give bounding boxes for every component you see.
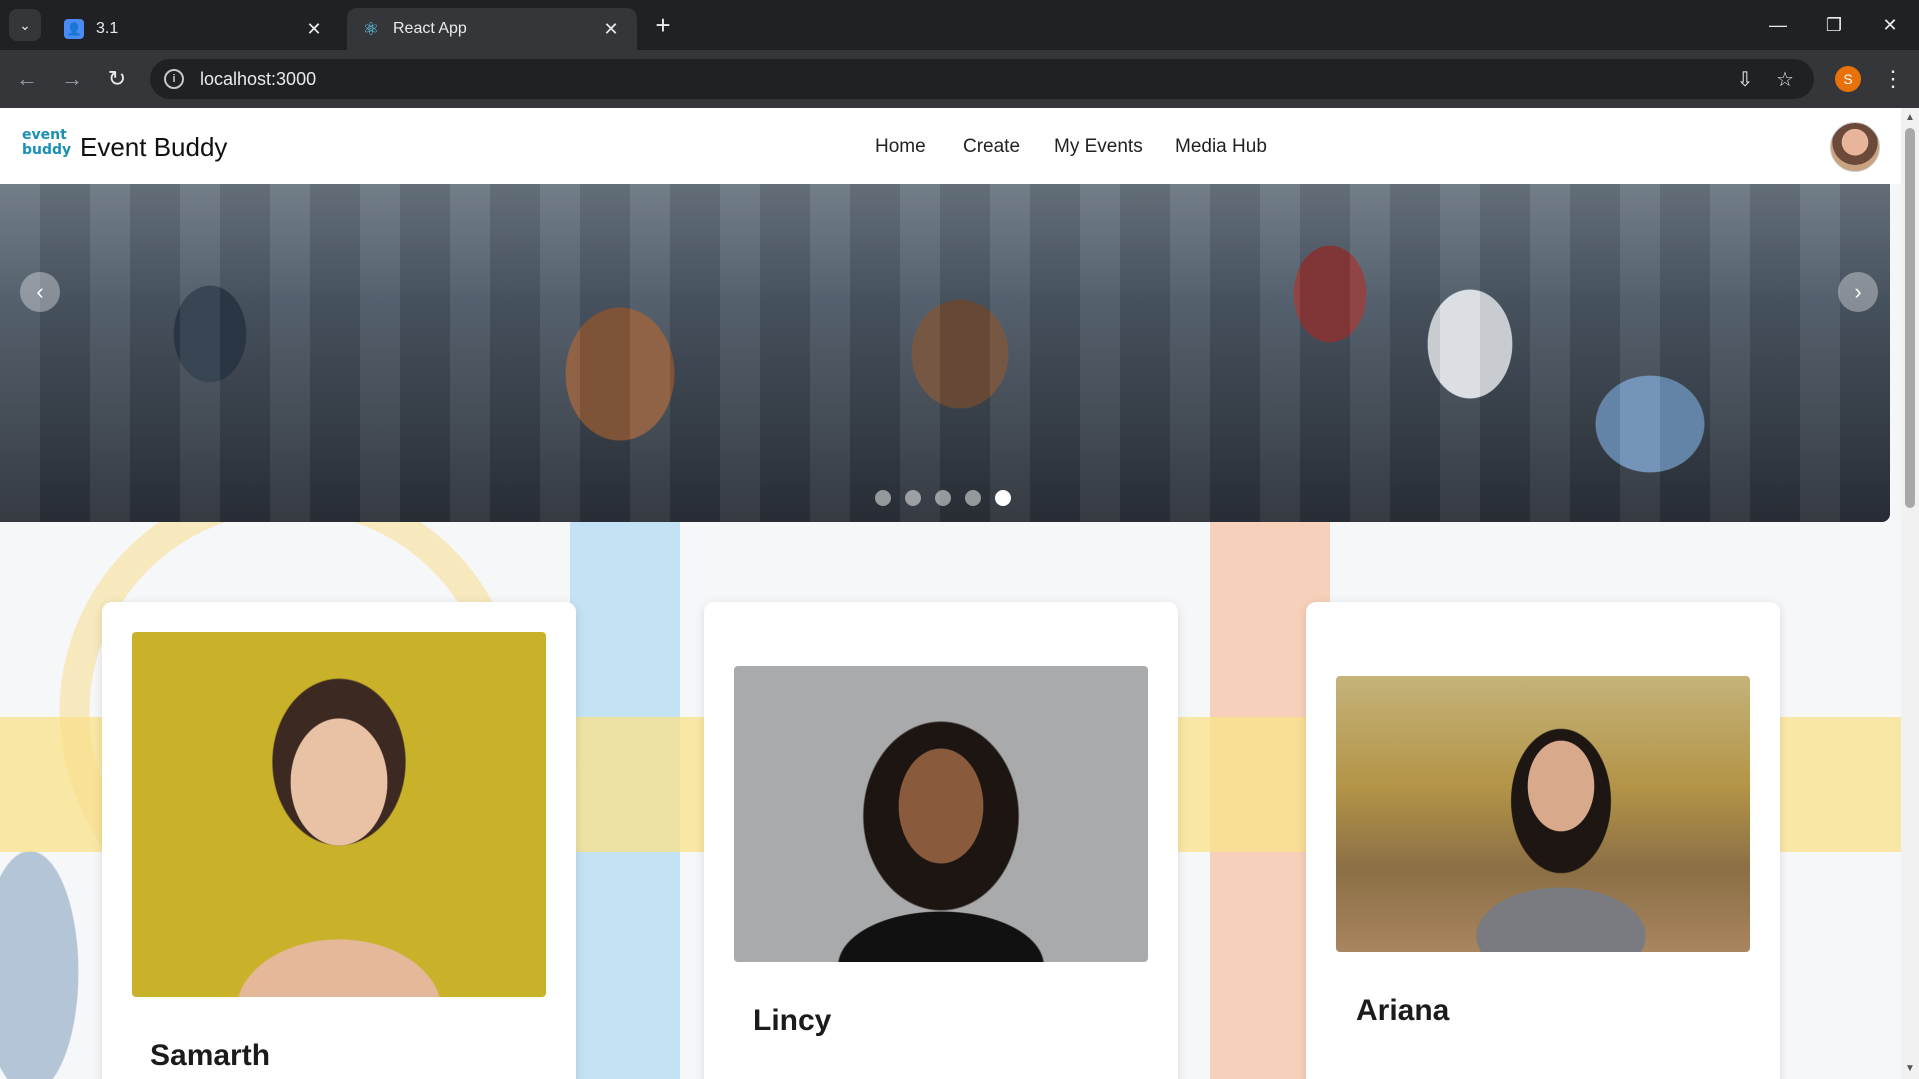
restore-button[interactable]: ❐ [1806, 0, 1862, 50]
hero-carousel: ‹ › [0, 184, 1890, 522]
bookmark-star-icon[interactable]: ☆ [1770, 64, 1800, 94]
carousel-dot[interactable] [935, 490, 951, 506]
reload-icon[interactable]: ↻ [102, 64, 132, 94]
carousel-dot[interactable] [965, 490, 981, 506]
scroll-down-icon[interactable]: ▼ [1905, 1063, 1915, 1074]
profile-card-ariana[interactable]: Ariana [1306, 602, 1780, 1079]
profile-name: Ariana [1356, 994, 1450, 1027]
brand-title[interactable]: Event Buddy [80, 132, 227, 163]
nav-media-hub[interactable]: Media Hub [1175, 136, 1267, 158]
url-text: localhost:3000 [200, 68, 317, 89]
scrollbar-thumb[interactable] [1905, 128, 1915, 508]
page-scrollbar[interactable]: ▲ ▼ [1901, 108, 1919, 1079]
browser-tab-2[interactable]: ⚛ React App ✕ [347, 8, 637, 50]
site-info-icon[interactable]: i [164, 69, 184, 89]
close-tab-icon[interactable]: ✕ [302, 17, 326, 41]
carousel-next-icon[interactable]: › [1838, 272, 1878, 312]
profile-card-samarth[interactable]: Samarth [102, 602, 576, 1079]
browser-menu-icon[interactable]: ⋮ [1880, 64, 1906, 94]
site-navbar: event buddy Event Buddy Home Create My E… [0, 108, 1901, 184]
carousel-indicators [875, 490, 1011, 506]
nav-create[interactable]: Create [963, 136, 1020, 158]
profile-photo [132, 632, 546, 997]
logo-text-bottom: buddy [22, 142, 72, 158]
carousel-dot-active[interactable] [995, 490, 1011, 506]
profile-photo [734, 666, 1148, 962]
profile-name: Lincy [753, 1004, 832, 1037]
carousel-prev-icon[interactable]: ‹ [20, 272, 60, 312]
carousel-dot[interactable] [875, 490, 891, 506]
logo-text-top: event [22, 127, 67, 143]
profile-photo [1336, 676, 1750, 952]
minimize-button[interactable]: — [1750, 0, 1806, 50]
browser-tab-1[interactable]: 👤 3.1 ✕ [50, 8, 340, 50]
carousel-dot[interactable] [905, 490, 921, 506]
tab-title: React App [393, 20, 467, 37]
user-avatar[interactable] [1830, 122, 1880, 172]
profile-card-lincy[interactable]: Lincy [704, 602, 1178, 1079]
nav-home[interactable]: Home [875, 136, 926, 158]
install-app-icon[interactable]: ⇩ [1730, 64, 1760, 94]
profile-avatar[interactable]: S [1835, 66, 1861, 92]
scroll-up-icon[interactable]: ▲ [1905, 112, 1915, 123]
event-buddy-logo[interactable]: event buddy [22, 127, 72, 164]
tab-title: 3.1 [96, 20, 119, 37]
tab-search-button[interactable]: ⌄ [9, 9, 41, 41]
page-viewport: event buddy Event Buddy Home Create My E… [0, 108, 1901, 1079]
close-window-button[interactable]: ✕ [1862, 0, 1918, 50]
carousel-image [0, 184, 1890, 522]
nav-my-events[interactable]: My Events [1054, 136, 1143, 158]
profile-name: Samarth [150, 1039, 271, 1072]
close-tab-icon[interactable]: ✕ [599, 17, 623, 41]
react-favicon-icon: ⚛ [362, 18, 380, 39]
contacts-favicon-icon: 👤 [64, 19, 84, 39]
new-tab-button[interactable]: + [648, 10, 678, 40]
browser-tab-bar: ⌄ 👤 3.1 ✕ ⚛ React App ✕ + — ❐ ✕ [0, 0, 1919, 50]
forward-arrow-icon[interactable]: → [57, 64, 87, 94]
back-arrow-icon[interactable]: ← [12, 64, 42, 94]
address-bar[interactable]: i localhost:3000 [150, 59, 1814, 99]
